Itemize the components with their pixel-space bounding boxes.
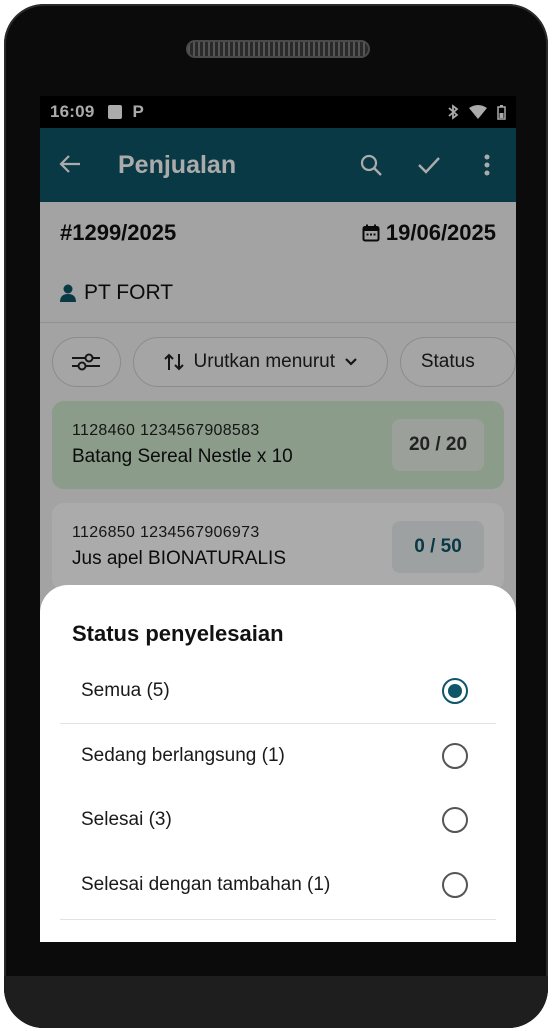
phone-chin [4, 976, 548, 1028]
radio-button[interactable] [442, 872, 468, 898]
option-label: Semua (5) [81, 680, 170, 701]
option-label: Selesai dengan tambahan (1) [81, 874, 331, 895]
screen: 16:09 P Penjualan #1299/2025 19/06/2025 … [40, 96, 516, 942]
speaker-grille [186, 40, 370, 58]
radio-button[interactable] [442, 743, 468, 769]
option-all[interactable]: Semua (5) [60, 659, 496, 723]
option-in-progress[interactable]: Sedang berlangsung (1) [60, 724, 496, 788]
sheet-title: Status penyelesaian [72, 621, 284, 646]
radio-button[interactable] [442, 678, 468, 704]
option-label: Selesai (3) [81, 809, 172, 830]
option-label: Sedang berlangsung (1) [81, 745, 285, 766]
option-done[interactable]: Selesai (3) [60, 788, 496, 852]
option-done-with-extra[interactable]: Selesai dengan tambahan (1) [60, 853, 496, 917]
divider [60, 919, 496, 920]
radio-button[interactable] [442, 807, 468, 833]
bottom-sheet: Status penyelesaian Semua (5) Sedang ber… [40, 585, 516, 942]
